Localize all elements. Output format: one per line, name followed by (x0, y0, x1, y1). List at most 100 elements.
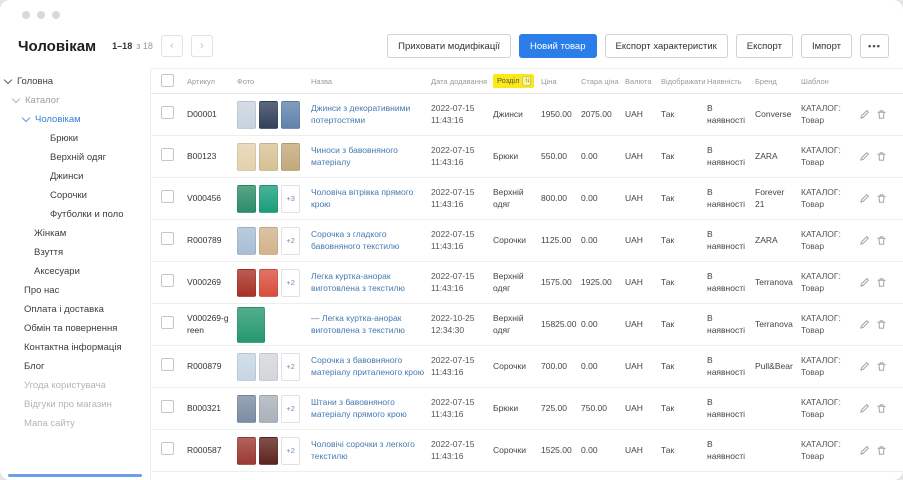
select-all-checkbox[interactable] (161, 74, 174, 87)
product-thumbnail[interactable] (237, 227, 256, 255)
column-header-display[interactable]: Відображати (661, 77, 707, 86)
product-thumbnail[interactable] (237, 185, 256, 213)
sidebar-item-3[interactable]: Брюки (0, 129, 150, 148)
window-control-close-icon[interactable] (22, 11, 30, 19)
sidebar-item-17[interactable]: Відгуки про магазин (0, 395, 150, 414)
column-header-photo[interactable]: Фото (237, 77, 311, 86)
sidebar-item-8[interactable]: Жінкам (0, 224, 150, 243)
new-product-button[interactable]: Новий товар (519, 34, 596, 58)
edit-icon[interactable] (859, 235, 870, 246)
column-header-brand[interactable]: Бренд (755, 77, 801, 86)
sidebar-item-5[interactable]: Джинси (0, 167, 150, 186)
edit-icon[interactable] (859, 109, 870, 120)
product-thumbnail[interactable] (259, 353, 278, 381)
product-name-link[interactable]: Чоловічі сорочки з легкого текстилю (311, 439, 415, 460)
product-thumbnail[interactable] (237, 395, 256, 423)
edit-icon[interactable] (859, 151, 870, 162)
column-header-sku[interactable]: Артикул (187, 77, 237, 86)
product-thumbnail[interactable] (259, 437, 278, 465)
product-thumbnail[interactable] (259, 269, 278, 297)
window-control-maximize-icon[interactable] (52, 11, 60, 19)
product-thumbnail[interactable] (259, 101, 278, 129)
delete-icon[interactable] (876, 319, 887, 330)
edit-icon[interactable] (859, 319, 870, 330)
product-name-link[interactable]: Сорочка з гладкого бавовняного текстилю (311, 229, 399, 250)
column-header-name[interactable]: Назва (311, 77, 431, 86)
sidebar-item-13[interactable]: Обмін та повернення (0, 319, 150, 338)
product-thumbnail[interactable] (259, 185, 278, 213)
edit-icon[interactable] (859, 403, 870, 414)
more-photos-badge[interactable]: +2 (281, 395, 300, 423)
sidebar-item-11[interactable]: Про нас (0, 281, 150, 300)
sidebar-item-10[interactable]: Аксесуари (0, 262, 150, 281)
delete-icon[interactable] (876, 235, 887, 246)
product-thumbnail[interactable] (237, 269, 256, 297)
row-checkbox[interactable] (161, 106, 174, 119)
sidebar-item-1[interactable]: Каталог (0, 91, 150, 110)
sort-icon[interactable]: ↑↓ (522, 76, 531, 86)
more-actions-button[interactable]: ••• (860, 34, 889, 58)
product-thumbnail[interactable] (237, 437, 256, 465)
sidebar-item-2[interactable]: Чоловікам (0, 110, 150, 129)
more-photos-badge[interactable]: +2 (281, 269, 300, 297)
sidebar-item-14[interactable]: Контактна інформація (0, 338, 150, 357)
delete-icon[interactable] (876, 277, 887, 288)
column-header-date[interactable]: Дата додавання (431, 77, 493, 86)
delete-icon[interactable] (876, 403, 887, 414)
sidebar-item-12[interactable]: Оплата і доставка (0, 300, 150, 319)
column-header-price[interactable]: Ціна (541, 77, 581, 86)
product-thumbnail[interactable] (237, 307, 265, 343)
delete-icon[interactable] (876, 445, 887, 456)
column-header-old_price[interactable]: Стара ціна (581, 77, 625, 86)
sidebar-item-9[interactable]: Взуття (0, 243, 150, 262)
product-thumbnail[interactable] (281, 101, 300, 129)
edit-icon[interactable] (859, 445, 870, 456)
sidebar-item-4[interactable]: Верхній одяг (0, 148, 150, 167)
row-checkbox[interactable] (161, 148, 174, 161)
delete-icon[interactable] (876, 151, 887, 162)
product-name-link[interactable]: Чоловіча вітрівка прямого крою (311, 187, 413, 208)
edit-icon[interactable] (859, 193, 870, 204)
product-thumbnail[interactable] (281, 143, 300, 171)
row-checkbox[interactable] (161, 274, 174, 287)
row-checkbox[interactable] (161, 232, 174, 245)
column-header-section[interactable]: Розділ↑↓ (493, 74, 541, 88)
product-thumbnail[interactable] (237, 143, 256, 171)
product-thumbnail[interactable] (237, 101, 256, 129)
product-thumbnail[interactable] (259, 227, 278, 255)
product-name-link[interactable]: Легка куртка-анорак виготовлена з тексти… (311, 271, 405, 292)
product-name-link[interactable]: Штани з бавовняного матеріалу прямого кр… (311, 397, 407, 418)
column-header-currency[interactable]: Валюта (625, 77, 661, 86)
import-button[interactable]: Імпорт (801, 34, 852, 58)
column-header-availability[interactable]: Наявність (707, 77, 755, 86)
hide-modifications-button[interactable]: Приховати модифікації (387, 34, 511, 58)
product-name-link[interactable]: Джинси з декоративними потертостями (311, 103, 410, 124)
sidebar-item-18[interactable]: Мапа сайту (0, 414, 150, 433)
sidebar-item-6[interactable]: Сорочки (0, 186, 150, 205)
sidebar-item-0[interactable]: Головна (0, 72, 150, 91)
window-control-minimize-icon[interactable] (37, 11, 45, 19)
delete-icon[interactable] (876, 109, 887, 120)
sidebar-item-16[interactable]: Угода користувача (0, 376, 150, 395)
row-checkbox[interactable] (161, 358, 174, 371)
row-checkbox[interactable] (161, 316, 174, 329)
pagination-prev-button[interactable]: ‹ (161, 35, 183, 57)
edit-icon[interactable] (859, 277, 870, 288)
product-name-link[interactable]: Чиноси з бавовняного матеріалу (311, 145, 398, 166)
export-button[interactable]: Експорт (736, 34, 793, 58)
product-name-link[interactable]: Сорочка з бавовняного матеріалу притален… (311, 355, 424, 376)
sidebar-scrollbar-thumb[interactable] (8, 474, 142, 477)
more-photos-badge[interactable]: +2 (281, 437, 300, 465)
sidebar-item-7[interactable]: Футболки и поло (0, 205, 150, 224)
sidebar-item-15[interactable]: Блог (0, 357, 150, 376)
edit-icon[interactable] (859, 361, 870, 372)
product-name-link[interactable]: — Легка куртка-анорак виготовлена з текс… (311, 313, 405, 334)
row-checkbox[interactable] (161, 190, 174, 203)
delete-icon[interactable] (876, 193, 887, 204)
export-characteristics-button[interactable]: Експорт характеристик (605, 34, 728, 58)
delete-icon[interactable] (876, 361, 887, 372)
more-photos-badge[interactable]: +2 (281, 227, 300, 255)
product-thumbnail[interactable] (237, 353, 256, 381)
row-checkbox[interactable] (161, 442, 174, 455)
product-thumbnail[interactable] (259, 143, 278, 171)
